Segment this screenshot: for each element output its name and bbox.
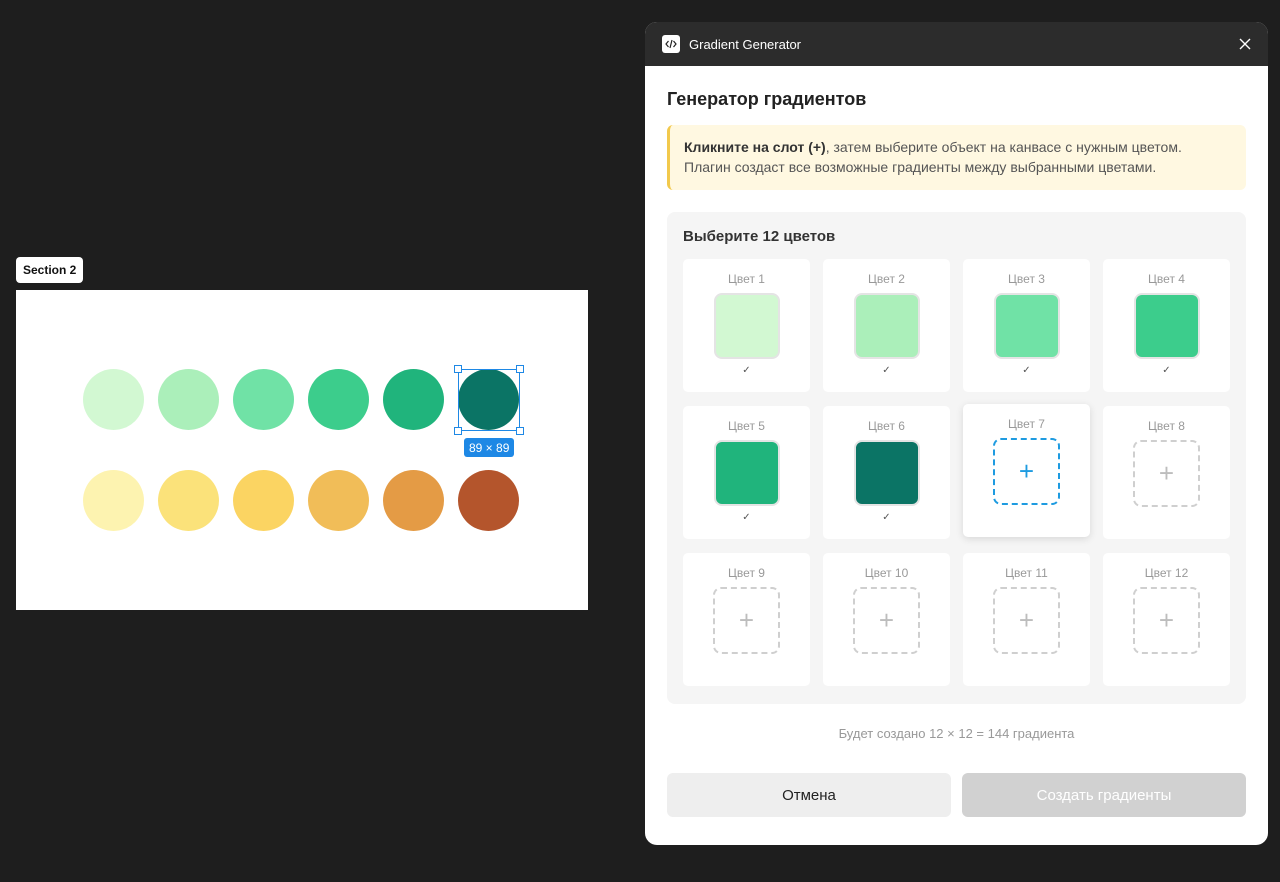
check-icon: ✓ — [882, 512, 891, 523]
color-slot[interactable]: Цвет 7 + — [963, 404, 1090, 537]
color-swatch[interactable] — [853, 440, 920, 506]
slot-label: Цвет 9 — [728, 566, 765, 580]
notice-bold: Кликните на слот (+) — [684, 139, 826, 155]
color-swatch[interactable] — [1133, 293, 1200, 359]
color-circle[interactable] — [383, 369, 444, 430]
color-slot[interactable]: Цвет 3 ✓ — [963, 259, 1090, 392]
color-circle[interactable] — [308, 470, 369, 531]
slot-label: Цвет 6 — [868, 419, 905, 433]
close-icon[interactable] — [1236, 35, 1254, 53]
color-slot[interactable]: Цвет 12 + — [1103, 553, 1230, 686]
resize-handle-bl[interactable] — [454, 427, 462, 435]
color-slot[interactable]: Цвет 9 + — [683, 553, 810, 686]
plus-icon: + — [1158, 458, 1175, 488]
notice-line2: Плагин создаст все возможные градиенты м… — [684, 159, 1157, 175]
gradient-summary: Будет создано 12 × 12 = 144 градиента — [838, 726, 1075, 741]
color-circle[interactable] — [158, 470, 219, 531]
color-circle[interactable] — [83, 369, 144, 430]
section-label[interactable]: Section 2 — [16, 257, 84, 283]
slot-label: Цвет 2 — [868, 272, 905, 286]
color-picker-panel: Выберите 12 цветов Цвет 1 ✓ Цвет 2 ✓ Цвет 3 ✓… — [667, 212, 1246, 704]
check-icon: ✓ — [742, 512, 751, 523]
color-swatch[interactable] — [853, 293, 920, 359]
create-gradients-button[interactable]: Создать градиенты — [962, 773, 1246, 817]
color-slot[interactable]: Цвет 5 ✓ — [683, 406, 810, 539]
cancel-button[interactable]: Отмена — [667, 773, 951, 817]
plus-icon: + — [878, 605, 895, 635]
color-slot[interactable]: Цвет 1 ✓ — [683, 259, 810, 392]
color-circle[interactable] — [158, 369, 219, 430]
check-icon: ✓ — [742, 365, 751, 376]
plus-icon: + — [738, 605, 755, 635]
add-color-button[interactable]: + — [993, 438, 1060, 505]
add-color-button[interactable]: + — [713, 587, 780, 654]
selection-box[interactable] — [454, 365, 524, 435]
color-circle[interactable] — [233, 470, 294, 531]
instruction-notice: Кликните на слот (+), затем выберите объ… — [667, 125, 1246, 190]
notice-line1: , затем выберите объект на канвасе с нуж… — [825, 139, 1182, 155]
slot-label: Цвет 5 — [728, 419, 765, 433]
check-icon: ✓ — [1022, 365, 1031, 376]
color-circle[interactable] — [83, 470, 144, 531]
resize-handle-tl[interactable] — [454, 365, 462, 373]
color-slot[interactable]: Цвет 10 + — [823, 553, 950, 686]
slot-label: Цвет 11 — [1005, 566, 1048, 580]
resize-handle-tr[interactable] — [516, 365, 524, 373]
window-title: Gradient Generator — [689, 36, 802, 52]
plugin-titlebar: Gradient Generator — [645, 22, 1268, 66]
slot-label: Цвет 7 — [1008, 417, 1045, 431]
slot-label: Цвет 8 — [1148, 419, 1185, 433]
color-slot[interactable]: Цвет 6 ✓ — [823, 406, 950, 539]
code-icon — [662, 35, 680, 53]
color-slot[interactable]: Цвет 2 ✓ — [823, 259, 950, 392]
color-circle[interactable] — [383, 470, 444, 531]
add-color-button[interactable]: + — [1133, 587, 1200, 654]
add-color-button[interactable]: + — [993, 587, 1060, 654]
resize-handle-br[interactable] — [516, 427, 524, 435]
color-slot-grid: Цвет 1 ✓ Цвет 2 ✓ Цвет 3 ✓ Цвет 4 ✓ Цвет 5 ✓ Цвет … — [683, 259, 1230, 686]
page-title: Генератор градиентов — [667, 89, 867, 109]
plus-icon: + — [1158, 605, 1175, 635]
plus-icon: + — [1018, 605, 1035, 635]
add-color-button[interactable]: + — [1133, 440, 1200, 507]
color-circle[interactable] — [458, 470, 519, 531]
slot-label: Цвет 1 — [728, 272, 765, 286]
color-swatch[interactable] — [713, 293, 780, 359]
check-icon: ✓ — [882, 365, 891, 376]
dimension-badge: 89 × 89 — [464, 438, 515, 457]
slot-label: Цвет 10 — [864, 566, 909, 580]
color-swatch[interactable] — [993, 293, 1060, 359]
plus-icon: + — [1018, 456, 1035, 486]
slot-label: Цвет 12 — [1144, 566, 1189, 580]
slot-label: Цвет 4 — [1148, 272, 1185, 286]
add-color-button[interactable]: + — [853, 587, 920, 654]
check-icon: ✓ — [1162, 365, 1171, 376]
slot-label: Цвет 3 — [1008, 272, 1045, 286]
color-circle[interactable] — [308, 369, 369, 430]
color-slot[interactable]: Цвет 8 + — [1103, 406, 1230, 539]
color-swatch[interactable] — [713, 440, 780, 506]
picker-title: Выберите 12 цветов — [683, 228, 836, 245]
color-slot[interactable]: Цвет 11 + — [963, 553, 1090, 686]
action-buttons: Отмена Создать градиенты — [667, 773, 1246, 817]
plugin-window: Gradient Generator Генератор градиентов … — [645, 22, 1268, 845]
color-circle[interactable] — [233, 369, 294, 430]
color-slot[interactable]: Цвет 4 ✓ — [1103, 259, 1230, 392]
